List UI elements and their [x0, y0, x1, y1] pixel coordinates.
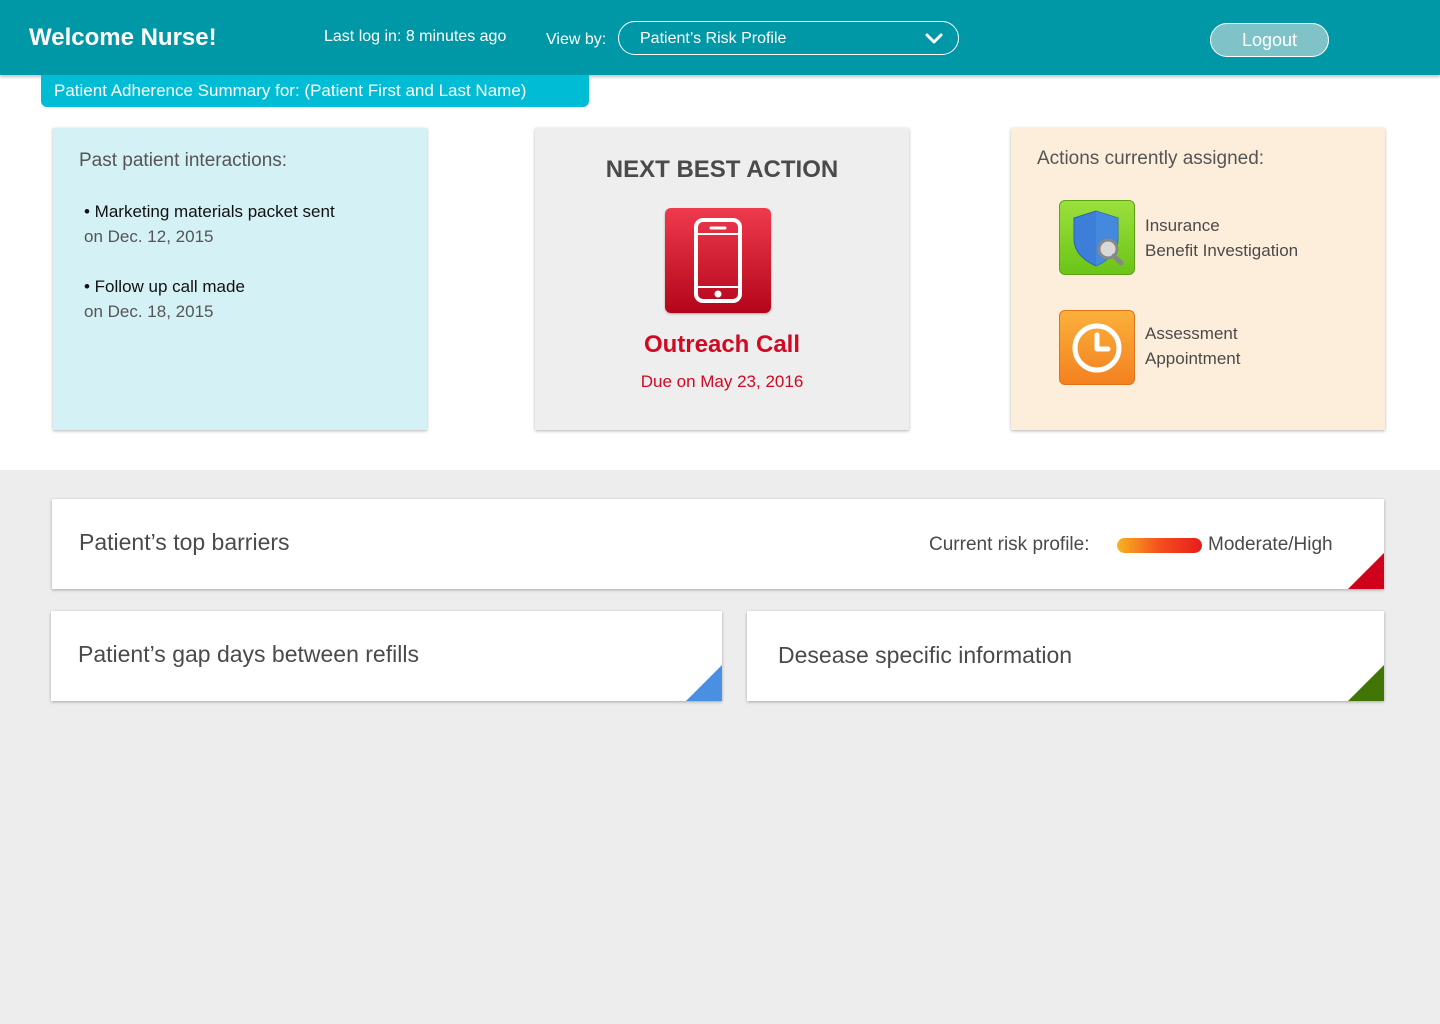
- interaction-date: on Dec. 18, 2015: [84, 302, 214, 321]
- patient-summary-tab: Patient Adherence Summary for: (Patient …: [41, 75, 589, 107]
- logout-button[interactable]: Logout: [1210, 23, 1329, 57]
- top-barriers-panel[interactable]: Patient’s top barriers Current risk prof…: [52, 499, 1384, 589]
- view-by-label: View by:: [546, 31, 607, 48]
- interaction-item: • Marketing materials packet sent on Dec…: [84, 199, 335, 249]
- assigned-action-line: Benefit Investigation: [1145, 241, 1299, 260]
- assigned-action-label: Insurance Benefit Investigation: [1145, 213, 1298, 263]
- shield-search-icon: [1073, 210, 1124, 267]
- insurance-action-tile[interactable]: [1059, 200, 1135, 275]
- past-interactions-heading: Past patient interactions:: [79, 150, 288, 171]
- next-best-action-card: NEXT BEST ACTION Outreach Call Due on Ma…: [535, 128, 909, 430]
- interaction-description: • Marketing materials packet sent: [84, 202, 335, 221]
- chevron-down-icon: [925, 33, 943, 44]
- gap-days-panel[interactable]: Patient’s gap days between refills: [51, 611, 722, 701]
- welcome-title: Welcome Nurse!: [29, 24, 217, 51]
- past-interactions-card: Past patient interactions: • Marketing m…: [53, 128, 427, 430]
- assessment-action-tile[interactable]: [1059, 310, 1135, 385]
- disease-info-title: Desease specific information: [778, 642, 1073, 668]
- interaction-description: • Follow up call made: [84, 277, 245, 296]
- corner-flag-red: [1348, 553, 1384, 589]
- next-best-action-heading: NEXT BEST ACTION: [605, 156, 839, 183]
- clock-icon: [1072, 323, 1122, 373]
- corner-flag-blue: [686, 665, 722, 701]
- next-action-due-date: Due on May 23, 2016: [640, 372, 804, 391]
- view-by-dropdown[interactable]: Patient’s Risk Profile: [618, 21, 959, 55]
- risk-gradient-bar: [1117, 538, 1202, 553]
- top-header-bar: Welcome Nurse! Last log in: 8 minutes ag…: [0, 0, 1440, 75]
- interaction-item: • Follow up call made on Dec. 18, 2015: [84, 274, 245, 324]
- risk-profile-value: Moderate/High: [1208, 534, 1333, 555]
- disease-info-panel[interactable]: Desease specific information: [747, 611, 1384, 701]
- actions-assigned-card: Actions currently assigned: Insurance Be…: [1011, 128, 1385, 430]
- gap-days-title: Patient’s gap days between refills: [78, 641, 419, 667]
- smartphone-icon: [694, 218, 742, 303]
- top-barriers-title: Patient’s top barriers: [79, 529, 290, 555]
- view-by-selected-value: Patient’s Risk Profile: [640, 30, 787, 47]
- interaction-date: on Dec. 12, 2015: [84, 227, 214, 246]
- assigned-action-label: Assessment Appointment: [1145, 321, 1240, 371]
- assigned-action-line: Assessment: [1145, 324, 1238, 343]
- assigned-action-line: Insurance: [1145, 216, 1220, 235]
- next-action-title: Outreach Call: [643, 331, 801, 358]
- assigned-action-line: Appointment: [1145, 349, 1241, 368]
- corner-flag-green: [1348, 665, 1384, 701]
- risk-profile-label: Current risk profile:: [929, 534, 1090, 555]
- last-login-text: Last log in: 8 minutes ago: [324, 28, 507, 45]
- outreach-call-tile[interactable]: [665, 208, 771, 313]
- actions-assigned-heading: Actions currently assigned:: [1037, 148, 1265, 169]
